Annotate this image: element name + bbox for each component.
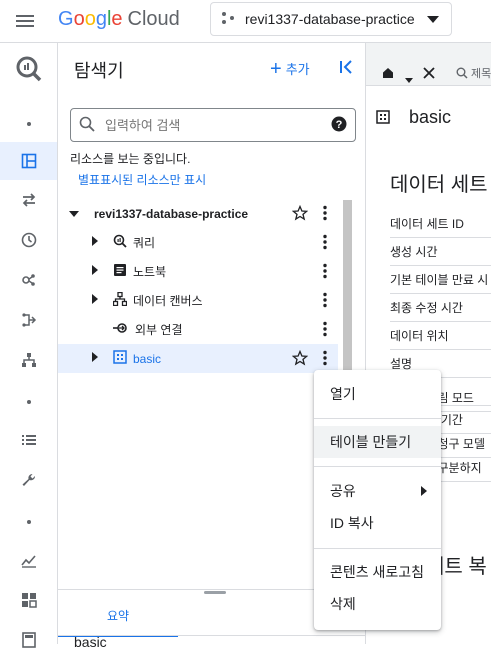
tree-label: revi1337-database-practice — [94, 206, 249, 221]
menu-item-copy-id[interactable]: ID 복사 — [314, 507, 441, 539]
expand-right-icon[interactable] — [91, 264, 99, 279]
tree-label: 노트북 — [133, 265, 167, 279]
connection-icon — [113, 321, 129, 338]
context-menu: 열기 테이블 만들기 공유 ID 복사 콘텐츠 새로고침 삭제 — [314, 370, 441, 630]
top-bar: Google Cloud revi1337-database-practice — [0, 0, 491, 43]
dataset-icon — [113, 350, 127, 367]
tab-dropdown-icon[interactable] — [405, 71, 413, 86]
tree-scrollbar[interactable] — [343, 200, 352, 370]
expand-down-icon[interactable] — [68, 207, 80, 221]
star-icon[interactable] — [291, 349, 309, 369]
google-cloud-logo[interactable]: Google Cloud — [58, 8, 180, 31]
info-row: 데이터 세트 ID — [390, 209, 491, 238]
tree-label: 쿼리 — [133, 236, 156, 250]
tree-label: 데이터 캔버스 — [133, 294, 203, 308]
more-options-icon[interactable] — [322, 205, 328, 224]
scheduled-queries-icon[interactable] — [0, 221, 57, 259]
project-icon — [221, 11, 235, 28]
more-options-icon[interactable] — [322, 350, 328, 369]
rail-dot — [0, 503, 57, 541]
tree-label: 외부 연결 — [135, 323, 183, 337]
info-row: 최종 수정 시간 — [390, 293, 491, 322]
tree-row-external-connections[interactable]: 외부 연결 — [58, 315, 338, 344]
project-name: revi1337-database-practice — [245, 11, 415, 27]
help-icon[interactable]: ? — [331, 116, 347, 135]
expand-right-icon[interactable] — [91, 293, 99, 308]
menu-item-delete[interactable]: 삭제 — [314, 588, 441, 620]
star-icon[interactable] — [291, 204, 309, 224]
details-title: basic — [409, 107, 452, 127]
menu-divider — [314, 418, 441, 419]
tree-label: basic — [133, 351, 162, 366]
add-button[interactable]: + 추가 — [270, 57, 310, 80]
summary-title: basic — [74, 634, 107, 650]
menu-item-open[interactable]: 열기 — [314, 378, 441, 410]
bigquery-icon[interactable] — [0, 49, 57, 89]
query-tab-icon — [456, 67, 468, 79]
rail-dot — [0, 383, 57, 421]
tree-row-basic-dataset[interactable]: basic — [58, 344, 338, 373]
close-icon[interactable] — [423, 67, 435, 82]
share-label: 공유 — [330, 483, 356, 499]
explorer-search-box[interactable]: ? — [70, 108, 356, 142]
more-options-icon[interactable] — [322, 234, 328, 253]
explorer-title: 탐색기 — [74, 61, 124, 81]
tree-row-queries[interactable]: 쿼리 — [58, 228, 338, 257]
canvas-icon — [112, 291, 128, 309]
calculator-icon[interactable] — [0, 621, 57, 659]
search-icon — [79, 116, 95, 135]
tree-row-data-canvas[interactable]: 데이터 캔버스 — [58, 286, 338, 315]
viewing-resources-text: 리소스를 보는 중입니다. — [70, 152, 191, 166]
query-tab[interactable]: 제목 — [456, 65, 491, 81]
menu-item-refresh[interactable]: 콘텐츠 새로고침 — [314, 556, 441, 588]
dropdown-arrow-icon — [427, 11, 439, 27]
editor-tab-bar: 제목 — [366, 43, 491, 86]
dataset-icon — [376, 110, 390, 127]
more-options-icon[interactable] — [322, 292, 328, 311]
more-options-icon[interactable] — [322, 263, 328, 282]
dataset-info-heading: 데이터 세트 정 — [390, 174, 491, 196]
pipelines-icon[interactable] — [0, 301, 57, 339]
main-menu-icon[interactable] — [14, 10, 36, 32]
explorer-nav-icon[interactable] — [0, 142, 57, 180]
add-label: 추가 — [285, 62, 310, 77]
tree-row-notebooks[interactable]: 노트북 — [58, 257, 338, 286]
info-row: 생성 시간 — [390, 237, 491, 266]
svg-text:?: ? — [336, 119, 343, 131]
submenu-arrow-icon — [421, 483, 427, 499]
data-transfer-graph-icon[interactable] — [0, 341, 57, 379]
menu-divider — [314, 548, 441, 549]
capacity-icon[interactable] — [0, 581, 57, 619]
tree-row-project[interactable]: revi1337-database-practice — [58, 199, 338, 228]
expand-right-icon[interactable] — [91, 235, 99, 250]
collapse-panel-icon[interactable] — [338, 59, 354, 78]
menu-item-share[interactable]: 공유 — [314, 475, 441, 507]
plus-icon: + — [270, 57, 282, 80]
rail-dot — [0, 105, 57, 143]
info-row: 데이터 위치 — [390, 321, 491, 350]
info-row: 기본 테이블 만료 시 — [390, 265, 491, 294]
notebook-icon — [113, 263, 127, 280]
home-icon[interactable] — [382, 67, 394, 82]
more-options-icon[interactable] — [322, 321, 328, 340]
project-picker[interactable]: revi1337-database-practice — [210, 2, 452, 36]
query-icon — [113, 234, 127, 251]
menu-item-create-table[interactable]: 테이블 만들기 — [314, 426, 441, 458]
tab-summary[interactable]: 요약 — [58, 595, 178, 637]
search-input[interactable] — [103, 116, 331, 134]
wrench-icon[interactable] — [0, 461, 57, 499]
transfers-icon[interactable] — [0, 181, 57, 219]
monitoring-icon[interactable] — [0, 541, 57, 579]
resize-handle[interactable] — [204, 591, 226, 594]
query-tab-label: 제목 — [471, 68, 491, 80]
menu-divider — [314, 466, 441, 467]
analytics-hub-icon[interactable] — [0, 261, 57, 299]
show-starred-link[interactable]: 별표표시된 리소스만 표시 — [78, 171, 206, 188]
left-nav-rail — [0, 43, 58, 648]
expand-right-icon[interactable] — [91, 351, 99, 366]
job-list-icon[interactable] — [0, 421, 57, 459]
